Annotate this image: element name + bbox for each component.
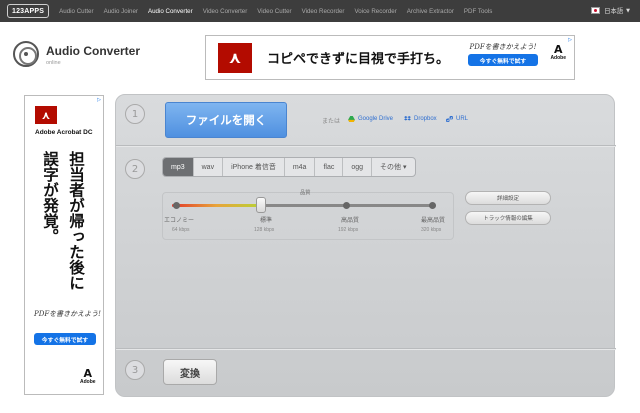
ad-script-text: PDFを書きかえよう! xyxy=(34,310,101,318)
app-subtitle: online xyxy=(46,60,61,66)
ad-headline: コピペできずに目視で手打ち。 xyxy=(267,52,450,67)
quality-economy-label: エコノミー xyxy=(164,217,195,224)
converter-panel: 1 ファイルを開く または Google Drive Dropbox URL 2… xyxy=(115,94,616,397)
top-bar: 123APPS Audio Cutter Audio Joiner Audio … xyxy=(0,0,640,22)
format-wav[interactable]: wav xyxy=(194,158,224,176)
quality-high-label: 高品質 xyxy=(341,217,360,224)
language-selector[interactable]: 日本語 ▼ xyxy=(591,6,630,15)
ad-product-name: Adobe Acrobat DC xyxy=(35,129,93,136)
quality-best-rate: 320 kbps xyxy=(421,227,442,233)
format-mp3[interactable]: mp3 xyxy=(163,158,194,176)
step-3-number: 3 xyxy=(125,360,145,380)
adobe-logo-icon: A Adobe xyxy=(550,43,566,61)
ad-copy-line-2: 誤字が発覚。 xyxy=(41,151,59,244)
dropbox-link[interactable]: Dropbox xyxy=(404,116,437,122)
nav-archive-extractor[interactable]: Archive Extractor xyxy=(407,8,454,15)
quality-high-rate: 192 kbps xyxy=(338,227,359,233)
nav-video-recorder[interactable]: Video Recorder xyxy=(302,8,345,15)
quality-best-label: 最高品質 xyxy=(421,217,446,224)
or-label: または xyxy=(322,118,341,125)
quality-slider-box xyxy=(162,192,454,240)
format-m4a[interactable]: m4a xyxy=(285,158,316,176)
step-2-number: 2 xyxy=(125,159,145,179)
adobe-logo-icon: A Adobe xyxy=(80,367,96,385)
acrobat-logo-icon: ⋏ xyxy=(35,106,57,124)
advanced-settings-button[interactable]: 詳細設定 xyxy=(465,191,551,205)
nav-pdf-tools[interactable]: PDF Tools xyxy=(464,8,492,15)
nav-audio-cutter[interactable]: Audio Cutter xyxy=(59,8,93,15)
nav-audio-joiner[interactable]: Audio Joiner xyxy=(104,8,138,15)
quality-standard-rate: 128 kbps xyxy=(254,227,275,233)
chevron-down-icon: ▼ xyxy=(626,7,630,14)
format-flac[interactable]: flac xyxy=(315,158,344,176)
step-divider xyxy=(116,348,616,349)
format-iphone-ringtone[interactable]: iPhone 着信音 xyxy=(223,158,285,176)
top-banner-ad[interactable]: ⋏ コピペできずに目視で手打ち。 PDFを書きかえよう! 今すぐ無料で試す A … xyxy=(205,35,575,80)
nav-voice-recorder[interactable]: Voice Recorder xyxy=(354,8,396,15)
google-drive-icon xyxy=(348,116,355,122)
quality-economy-rate: 64 kbps xyxy=(172,227,190,233)
side-banner-ad[interactable]: ▷ ⋏ Adobe Acrobat DC 担当者が帰った後に 誤字が発覚。 PD… xyxy=(24,95,104,395)
format-more[interactable]: その他 ▾ xyxy=(372,158,414,176)
nav-video-cutter[interactable]: Video Cutter xyxy=(257,8,291,15)
ad-cta-group: PDFを書きかえよう! 今すぐ無料で試す xyxy=(467,42,539,66)
app-title: Audio Converter xyxy=(46,44,141,58)
quality-standard-label: 標準 xyxy=(260,217,273,224)
language-label: 日本語 xyxy=(604,8,624,15)
vinyl-disc-icon xyxy=(13,41,39,67)
acrobat-logo-icon: ⋏ xyxy=(218,42,252,73)
quality-label: 品質 xyxy=(300,190,311,196)
url-link[interactable]: URL xyxy=(446,116,468,122)
chevron-down-icon: ▾ xyxy=(403,164,407,171)
quality-slider-fill xyxy=(172,204,262,207)
open-file-button[interactable]: ファイルを開く xyxy=(165,102,287,138)
japan-flag-icon xyxy=(591,7,601,14)
quality-tick-economy[interactable] xyxy=(172,202,180,209)
quality-slider-handle[interactable] xyxy=(256,197,267,213)
dropbox-icon xyxy=(404,116,411,121)
ad-cta-button[interactable]: 今すぐ無料で試す xyxy=(34,333,96,345)
ad-cta-button[interactable]: 今すぐ無料で試す xyxy=(468,54,538,66)
nav-audio-converter[interactable]: Audio Converter xyxy=(148,8,193,15)
step-1-number: 1 xyxy=(125,104,145,124)
ad-info-icon[interactable]: ▷ xyxy=(568,37,572,43)
quality-tick-best[interactable] xyxy=(428,202,436,209)
convert-button[interactable]: 変換 xyxy=(163,359,217,385)
brand-logo[interactable]: 123APPS xyxy=(7,4,50,18)
step-divider xyxy=(116,145,616,146)
link-icon xyxy=(446,116,453,122)
edit-track-info-button[interactable]: トラック情報の編集 xyxy=(465,211,551,225)
ad-script-text: PDFを書きかえよう! xyxy=(469,43,537,51)
app-nav: Audio Cutter Audio Joiner Audio Converte… xyxy=(59,0,502,22)
format-selector: mp3 wav iPhone 着信音 m4a flac ogg その他 ▾ xyxy=(162,157,416,177)
format-ogg[interactable]: ogg xyxy=(343,158,373,176)
ad-copy-line-1: 担当者が帰った後に xyxy=(67,151,85,291)
google-drive-link[interactable]: Google Drive xyxy=(348,116,393,122)
nav-video-converter[interactable]: Video Converter xyxy=(203,8,248,15)
ad-info-icon[interactable]: ▷ xyxy=(97,97,101,103)
